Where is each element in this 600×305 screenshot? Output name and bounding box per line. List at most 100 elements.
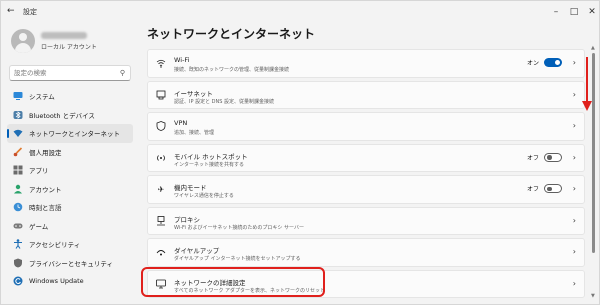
toggle-label: オフ xyxy=(526,186,539,193)
card-subtitle: すべてのネットワーク アダプターを表示、ネットワークのリセット xyxy=(174,287,326,294)
wifi-toggle[interactable]: オン xyxy=(527,58,562,67)
vpn-shield-icon xyxy=(156,121,166,131)
card-subtitle: 追加、接続、管理 xyxy=(174,130,215,136)
sidebar-item-gaming[interactable]: ゲーム xyxy=(7,217,133,236)
card-title: ネットワークの詳細設定 xyxy=(174,278,246,287)
title-bar: ← 設定 – □ ✕ xyxy=(1,1,599,23)
hotspot-toggle[interactable]: オフ xyxy=(526,152,562,162)
sidebar-item-personalization[interactable]: 個人用設定 xyxy=(7,143,133,162)
toggle-label: オン xyxy=(526,60,539,67)
avatar xyxy=(11,29,35,53)
chevron-right-icon: › xyxy=(572,121,576,130)
card-title: プロキシ xyxy=(174,215,200,224)
clock-globe-icon xyxy=(13,202,23,212)
card-airplane-mode[interactable]: ✈ 機内モード ワイヤレス通信を停止する オフ › xyxy=(147,175,585,204)
settings-window: ← 設定 – □ ✕ ローカル アカウント ⚲ システム Bluetooth と… xyxy=(0,0,600,305)
proxy-icon xyxy=(156,215,166,226)
chevron-right-icon: › xyxy=(572,278,576,288)
accessibility-icon xyxy=(13,239,23,250)
scroll-down-icon[interactable]: ▼ xyxy=(591,293,595,299)
toggle-switch[interactable] xyxy=(544,184,562,193)
card-ethernet[interactable]: イーサネット 認証、IP 設定と DNS 設定、従量制課金接続 › xyxy=(147,80,585,109)
sidebar-item-privacy-security[interactable]: プライバシーとセキュリティ xyxy=(7,254,133,273)
user-profile[interactable]: ローカル アカウント xyxy=(11,29,97,53)
sidebar-item-label: ゲーム xyxy=(29,222,49,231)
close-button[interactable]: ✕ xyxy=(581,1,600,23)
card-mobile-hotspot[interactable]: モバイル ホットスポット インターネット接続を共有する オフ › xyxy=(147,143,585,172)
sidebar-item-label: ネットワークとインターネット xyxy=(29,130,120,139)
sidebar-item-label: 個人用設定 xyxy=(29,148,62,157)
gamepad-icon xyxy=(13,221,23,231)
chevron-right-icon: › xyxy=(572,58,576,67)
shield-icon xyxy=(13,258,23,268)
chevron-right-icon: › xyxy=(572,247,576,256)
sidebar-item-label: Windows Update xyxy=(29,277,84,286)
sidebar-item-accounts[interactable]: アカウント xyxy=(7,180,133,199)
card-title: モバイル ホットスポット xyxy=(174,152,248,161)
sidebar-item-label: Bluetooth とデバイス xyxy=(29,111,95,120)
account-type: ローカル アカウント xyxy=(41,44,97,51)
sidebar-item-label: システム xyxy=(29,93,55,102)
dialup-icon xyxy=(156,247,166,257)
blurred-user-name xyxy=(41,32,87,39)
card-subtitle: 接続、既知のネットワークの管理、従量制課金接続 xyxy=(174,67,290,73)
sidebar-item-bluetooth[interactable]: Bluetooth とデバイス xyxy=(7,106,133,125)
scroll-up-icon[interactable]: ▲ xyxy=(591,45,595,51)
card-advanced-network-settings[interactable]: ネットワークの詳細設定 すべてのネットワーク アダプターを表示、ネットワークのリ… xyxy=(147,269,585,298)
card-subtitle: インターネット接続を共有する xyxy=(174,161,245,168)
search-box[interactable]: ⚲ xyxy=(9,65,131,81)
update-icon xyxy=(13,276,23,286)
bluetooth-icon xyxy=(13,110,23,120)
wifi-icon xyxy=(156,58,166,68)
card-subtitle: ダイヤルアップ インターネット接続をセットアップする xyxy=(174,256,301,262)
card-title: VPN xyxy=(174,119,188,127)
card-title: Wi-Fi xyxy=(174,56,190,64)
search-input[interactable] xyxy=(14,69,114,77)
scroll-thumb[interactable] xyxy=(592,53,595,253)
sidebar-item-label: プライバシーとセキュリティ xyxy=(29,259,113,268)
search-icon[interactable]: ⚲ xyxy=(120,69,125,77)
sidebar-nav: システム Bluetooth とデバイス ネットワークとインターネット 個人用設… xyxy=(7,87,133,291)
person-icon xyxy=(13,184,23,194)
chevron-right-icon: › xyxy=(572,89,576,99)
card-dialup[interactable]: ダイヤルアップ ダイヤルアップ インターネット接続をセットアップする › xyxy=(147,238,585,267)
brush-icon xyxy=(13,147,23,157)
sidebar-item-network[interactable]: ネットワークとインターネット xyxy=(7,124,133,143)
hotspot-icon xyxy=(156,153,166,163)
toggle-switch[interactable] xyxy=(544,58,562,67)
back-arrow-icon[interactable]: ← xyxy=(7,6,15,16)
wifi-icon xyxy=(13,128,23,138)
sidebar-item-label: アクセシビリティ xyxy=(29,241,81,250)
card-subtitle: Wi-Fi およびイーサネット接続のためのプロキシ サーバー xyxy=(174,224,304,231)
sidebar-item-label: アプリ xyxy=(29,167,49,176)
sidebar-item-windows-update[interactable]: Windows Update xyxy=(7,272,133,291)
card-title: 機内モード xyxy=(174,184,207,192)
network-pc-icon xyxy=(156,279,166,289)
scrollbar[interactable]: ▲ ▼ xyxy=(591,45,597,301)
card-subtitle: ワイヤレス通信を停止する xyxy=(174,193,234,199)
toggle-label: オフ xyxy=(526,154,539,162)
card-vpn[interactable]: VPN 追加、接続、管理 › xyxy=(147,112,585,141)
sidebar-item-label: 時刻と言語 xyxy=(29,204,62,213)
chevron-right-icon: › xyxy=(572,152,576,162)
settings-list: Wi-Fi 接続、既知のネットワークの管理、従量制課金接続 オン › イーサネッ… xyxy=(147,49,585,301)
toggle-switch[interactable] xyxy=(544,152,562,162)
sidebar-item-apps[interactable]: アプリ xyxy=(7,161,133,180)
sidebar-item-time-language[interactable]: 時刻と言語 xyxy=(7,198,133,217)
airplane-icon: ✈ xyxy=(157,184,165,194)
sidebar-item-system[interactable]: システム xyxy=(7,87,133,106)
card-proxy[interactable]: プロキシ Wi-Fi およびイーサネット接続のためのプロキシ サーバー › xyxy=(147,206,585,235)
page-title: ネットワークとインターネット xyxy=(147,27,316,41)
ethernet-icon xyxy=(156,90,166,100)
airplane-toggle[interactable]: オフ xyxy=(527,184,562,193)
chevron-right-icon: › xyxy=(572,215,576,225)
sidebar-item-accessibility[interactable]: アクセシビリティ xyxy=(7,235,133,254)
card-wifi[interactable]: Wi-Fi 接続、既知のネットワークの管理、従量制課金接続 オン › xyxy=(147,49,585,78)
card-subtitle: 認証、IP 設定と DNS 設定、従量制課金接続 xyxy=(174,98,275,105)
card-title: イーサネット xyxy=(174,89,213,98)
window-title: 設定 xyxy=(23,8,37,16)
apps-icon xyxy=(13,165,23,175)
monitor-icon xyxy=(13,91,23,101)
sidebar-item-label: アカウント xyxy=(29,185,62,194)
card-title: ダイヤルアップ xyxy=(174,247,220,255)
